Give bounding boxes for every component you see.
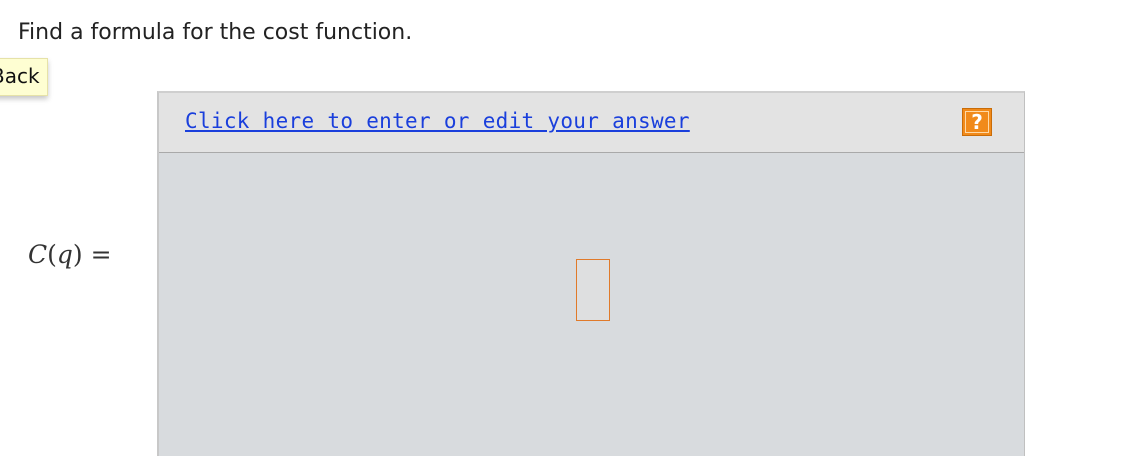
answer-input-box[interactable] [576, 259, 610, 321]
close-paren: ) [72, 240, 83, 269]
answer-panel-header: Click here to enter or edit your answer … [159, 93, 1024, 153]
question-prompt: Find a formula for the cost function. [18, 20, 413, 45]
function-name: C [28, 240, 48, 269]
edit-answer-link[interactable]: Click here to enter or edit your answer [185, 109, 690, 133]
answer-panel: Click here to enter or edit your answer … [157, 91, 1025, 456]
function-label: C(q) = [28, 240, 112, 269]
function-variable: q [56, 240, 73, 269]
equals-sign: = [90, 240, 112, 269]
open-paren: ( [47, 240, 57, 269]
help-button[interactable]: ? [962, 108, 992, 136]
help-button-border [965, 111, 989, 133]
back-button[interactable]: Back [0, 58, 48, 96]
back-button-label: Back [0, 64, 40, 88]
